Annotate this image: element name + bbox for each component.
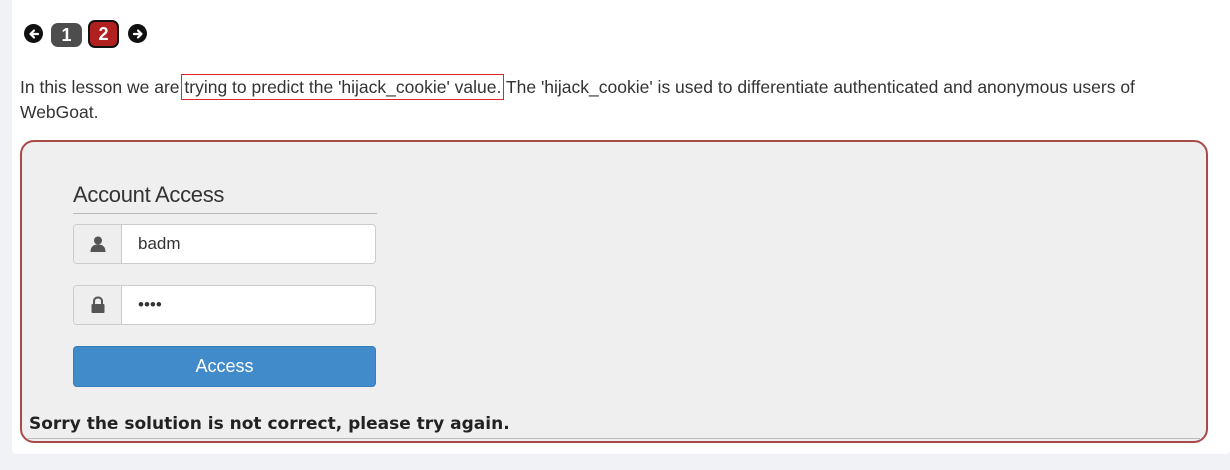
prev-page-arrow-icon[interactable] — [24, 24, 43, 43]
page-1-button[interactable]: 1 — [51, 23, 82, 47]
form-title: Account Access — [73, 182, 377, 214]
highlighted-phrase: trying to predict the 'hijack_cookie' va… — [181, 74, 505, 100]
user-icon — [74, 225, 122, 263]
page-2-button[interactable]: 2 — [88, 20, 119, 48]
feedback-divider — [28, 438, 1200, 439]
username-group — [73, 224, 376, 264]
lock-icon — [74, 286, 122, 324]
lesson-text-start: In this lesson we are — [20, 77, 185, 97]
feedback-message: Sorry the solution is not correct, pleas… — [29, 414, 510, 434]
next-page-arrow-icon[interactable] — [128, 24, 147, 43]
access-button[interactable]: Access — [73, 346, 376, 387]
username-input[interactable] — [122, 225, 375, 263]
password-group — [73, 285, 376, 325]
attack-container: Account Access Access Sorry the solution… — [20, 140, 1208, 443]
password-input[interactable] — [122, 286, 375, 324]
lesson-description: In this lesson we are trying to predict … — [20, 74, 1170, 125]
